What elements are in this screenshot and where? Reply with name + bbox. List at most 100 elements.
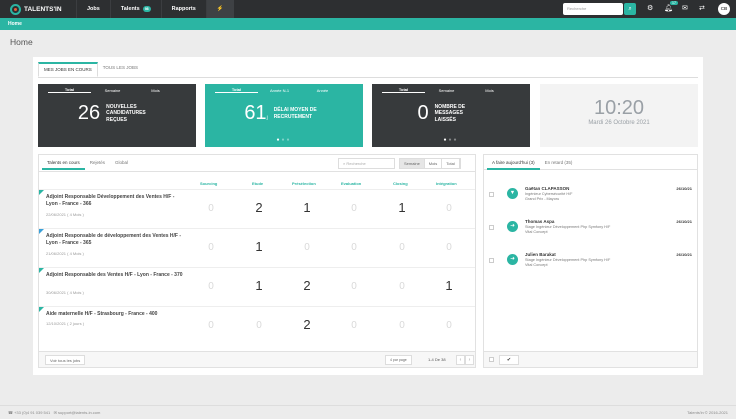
count-closing[interactable]: 0 — [382, 320, 422, 331]
stat-tab-semaine[interactable]: Semaine — [91, 88, 134, 93]
table-row[interactable]: Adjoint Responsable Développement des Ve… — [39, 189, 475, 228]
task-date: 26/10/21 — [676, 186, 692, 191]
count-closing[interactable]: 1 — [382, 200, 422, 215]
count-sourcing[interactable]: 0 — [191, 242, 231, 253]
stat-tab-annee-n-1[interactable]: Année N-1 — [258, 88, 301, 93]
count-sourcing[interactable]: 0 — [191, 281, 231, 292]
job-date: 21/06/2021 ( 4 Mois ) — [46, 251, 84, 256]
job-title[interactable]: Adjoint Responsable de développement des… — [46, 233, 186, 247]
count-sourcing[interactable]: 0 — [191, 203, 231, 214]
table-row[interactable]: Aide maternelle H/F - Strasbourg - Franc… — [39, 306, 475, 345]
row-marker — [39, 307, 44, 312]
list-item[interactable]: ➜ Thomas Aspa Stage Ingénieur Développem… — [484, 216, 697, 248]
stat-tab-mois[interactable]: Mois — [134, 88, 177, 93]
count-etude[interactable]: 0 — [239, 320, 279, 331]
footer-phone: +33 (0)4 91 039 541 — [14, 410, 51, 415]
stat-tab-annee[interactable]: Année — [301, 88, 344, 93]
prev-page-button[interactable]: ‹ — [456, 355, 465, 365]
tab-tous-les-jobs[interactable]: TOUS LES JOBS — [98, 62, 143, 77]
tab-mes-jobs[interactable]: MES JOBS EN COURS — [38, 62, 98, 77]
stat-tab-semaine[interactable]: Semaine — [425, 88, 468, 93]
nav-jobs-label: Jobs — [87, 6, 100, 12]
count-integration[interactable]: 0 — [429, 320, 469, 331]
count-integration[interactable]: 1 — [429, 278, 469, 293]
gear-icon[interactable]: ⚙ — [647, 4, 653, 14]
job-title[interactable]: Adjoint Responsable des Ventes H/F - Lyo… — [46, 272, 186, 279]
task-date: 26/10/21 — [676, 219, 692, 224]
breadcrumb[interactable]: Home — [0, 18, 736, 30]
task-name[interactable]: Gaëtan CLAPASSON — [525, 186, 569, 191]
table-row[interactable]: Adjoint Responsable de développement des… — [39, 228, 475, 267]
count-etude[interactable]: 2 — [239, 200, 279, 215]
count-evaluation[interactable]: 0 — [334, 320, 374, 331]
list-item[interactable]: ➜ Julien Barakat Stage Ingénieur Dévelop… — [484, 249, 697, 281]
task-checkbox[interactable] — [489, 258, 494, 263]
per-page-select[interactable]: 4 par page — [385, 355, 412, 365]
count-closing[interactable]: 0 — [382, 242, 422, 253]
job-date: 12/10/2021 ( 2 jours ) — [46, 321, 85, 326]
tab-rejetes[interactable]: Rejetés — [85, 155, 110, 170]
stat-tab-total[interactable]: Total — [382, 87, 425, 93]
task-checkbox[interactable] — [489, 225, 494, 230]
next-page-button[interactable]: › — [465, 355, 474, 365]
stat-tab-mois[interactable]: Mois — [468, 88, 511, 93]
count-sourcing[interactable]: 0 — [191, 320, 231, 331]
count-etude[interactable]: 1 — [239, 239, 279, 254]
global-search-input[interactable]: Recherche — [563, 3, 623, 15]
footer-email[interactable]: support@talents-in.com — [58, 410, 100, 415]
tab-en-retard[interactable]: En retard (35) — [540, 155, 578, 170]
select-all-checkbox[interactable] — [489, 357, 494, 362]
tab-global[interactable]: Global — [110, 155, 133, 170]
nav-quick-actions[interactable]: ⚡ — [205, 0, 234, 18]
nav-rapports[interactable]: Rapports — [160, 0, 206, 18]
page-title: Home — [10, 37, 33, 47]
job-date: 30/06/2021 ( 4 Mois ) — [46, 290, 84, 295]
count-evaluation[interactable]: 0 — [334, 203, 374, 214]
count-preselection[interactable]: 0 — [287, 242, 327, 253]
count-closing[interactable]: 0 — [382, 281, 422, 292]
count-preselection[interactable]: 1 — [287, 200, 327, 215]
bell-icon[interactable]: 🔔︎ — [664, 4, 673, 14]
stat-tab-total[interactable]: Total — [48, 87, 91, 93]
jobs-search-input[interactable]: ⌕ Recherche — [338, 158, 395, 169]
list-item[interactable]: ▼ Gaëtan CLAPASSON Ingénieur Cybersécuri… — [484, 183, 697, 215]
count-evaluation[interactable]: 0 — [334, 281, 374, 292]
avatar[interactable]: CB — [718, 3, 730, 15]
job-title[interactable]: Adjoint Responsable Développement des Ve… — [46, 194, 186, 208]
task-name[interactable]: Thomas Aspa — [525, 219, 554, 224]
filter-semaine[interactable]: Semaine — [400, 159, 425, 168]
tab-a-faire[interactable]: A faire aujourd'hui (3) — [487, 155, 540, 170]
search-button[interactable]: ⌕ — [624, 3, 636, 15]
carousel-dots[interactable]: ●●● — [205, 137, 363, 143]
stat-tab-total[interactable]: Total — [215, 87, 258, 93]
table-row[interactable]: Adjoint Responsable des Ventes H/F - Lyo… — [39, 267, 475, 306]
view-all-jobs-button[interactable]: Voir tous les jobs — [45, 355, 86, 365]
stat-card-candidatures: Total Semaine Mois 26 Nouvelles candidature… — [38, 84, 196, 147]
task-name[interactable]: Julien Barakat — [525, 252, 556, 257]
talents-badge: 98 — [142, 6, 151, 12]
filter-total[interactable]: Total — [442, 159, 460, 168]
task-line: Grand Prix - Mayoru — [525, 197, 560, 202]
nav-talents-label: Talents — [120, 6, 140, 12]
carousel-dots[interactable]: ●●● — [372, 137, 530, 143]
count-integration[interactable]: 0 — [429, 242, 469, 253]
count-etude[interactable]: 1 — [239, 278, 279, 293]
app-logo[interactable]: TALENTS'IN — [10, 3, 76, 15]
count-integration[interactable]: 0 — [429, 203, 469, 214]
job-tabs: MES JOBS EN COURS TOUS LES JOBS — [38, 62, 143, 77]
transfer-icon[interactable]: ⇄ — [699, 4, 705, 14]
count-preselection[interactable]: 2 — [287, 278, 327, 293]
count-preselection[interactable]: 2 — [287, 317, 327, 332]
mark-done-button[interactable]: ✔ — [499, 355, 519, 365]
task-checkbox[interactable] — [489, 192, 494, 197]
mail-icon[interactable]: ✉ — [682, 4, 688, 14]
jobs-search-placeholder: Recherche — [346, 161, 366, 166]
count-evaluation[interactable]: 0 — [334, 242, 374, 253]
filter-mois[interactable]: Mois — [425, 159, 443, 168]
nav-jobs[interactable]: Jobs — [76, 0, 110, 18]
page-footer: ☎ +33 (0)4 91 039 541 ✉ support@talents-… — [0, 405, 736, 419]
logo-icon — [10, 3, 21, 15]
tab-talents-en-cours[interactable]: Talents en cours — [42, 155, 85, 170]
nav-talents[interactable]: Talents 98 — [109, 0, 161, 18]
job-title[interactable]: Aide maternelle H/F - Strasbourg - Franc… — [46, 311, 186, 318]
